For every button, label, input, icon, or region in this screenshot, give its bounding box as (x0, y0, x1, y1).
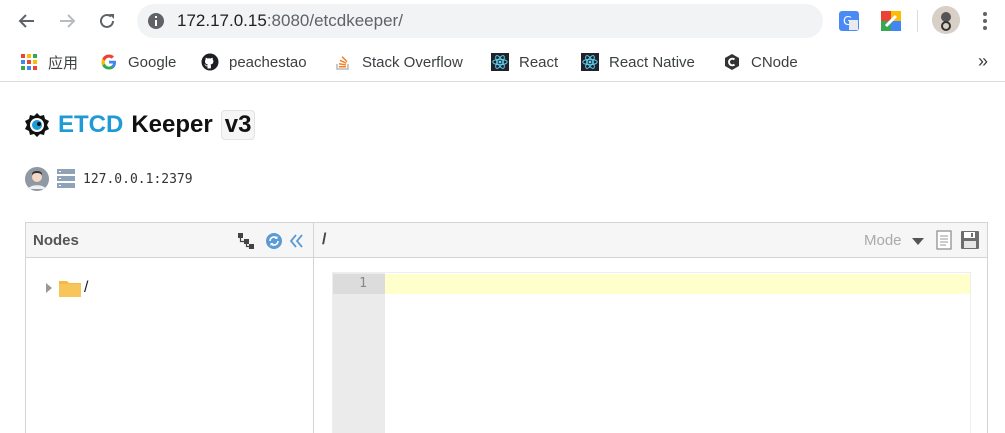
connection-info: 127.0.0.1:2379 (25, 166, 193, 192)
github-icon (201, 53, 219, 71)
reload-button[interactable] (92, 6, 122, 36)
address-bar[interactable]: 172.17.0.15:8080/etcdkeeper/ (137, 4, 823, 38)
active-code-line[interactable] (385, 274, 970, 294)
line-number: 1 (359, 276, 367, 291)
editor-header: / Mode (314, 223, 987, 258)
tree-node-root[interactable]: / (46, 277, 88, 299)
bookmark-react[interactable]: React (491, 51, 558, 73)
refresh-icon[interactable] (265, 232, 283, 250)
line-gutter: 1 (333, 273, 385, 433)
forward-button[interactable] (52, 6, 82, 36)
mode-select[interactable]: Mode (864, 232, 902, 249)
browser-toolbar: 172.17.0.15:8080/etcdkeeper/ G (0, 0, 1005, 42)
bookmark-label: peachestao (229, 53, 307, 71)
cnode-icon (723, 53, 741, 71)
bookmark-label: React (519, 53, 559, 71)
info-icon[interactable] (147, 12, 165, 30)
page-title: ETCD Keeper v3 (24, 109, 256, 141)
chrome-menu-button[interactable] (978, 10, 992, 32)
reload-icon (100, 13, 114, 28)
bookmark-github[interactable]: peachestao (201, 51, 307, 73)
main-panel: Nodes / Mode / 1 (25, 222, 988, 433)
stackoverflow-icon (334, 53, 352, 71)
translate-icon[interactable]: G (838, 10, 860, 32)
bookmark-label: React Native (609, 53, 695, 71)
title-etcd: ETCD (58, 111, 124, 138)
nodes-tree: / (26, 258, 314, 433)
user-avatar[interactable] (25, 167, 49, 191)
document-icon[interactable] (934, 230, 954, 250)
code-editor[interactable]: 1 (332, 272, 971, 433)
bookmark-cnode[interactable]: CNode (723, 51, 798, 73)
user-icon (25, 167, 49, 191)
bookmark-google[interactable]: Google (100, 51, 176, 73)
react-icon (491, 53, 509, 71)
etcd-logo-icon (25, 113, 49, 137)
bookmark-react-native[interactable]: React Native (581, 51, 695, 73)
bookmark-label: Stack Overflow (362, 53, 463, 71)
chevron-down-icon[interactable] (912, 238, 924, 245)
tree-node-label: / (84, 279, 89, 296)
collapse-left-icon[interactable] (288, 232, 306, 250)
bookmarks-bar: 应用 Google peachestao Stack Overflow Reac… (0, 42, 1005, 82)
apps-grid-icon (20, 53, 38, 71)
nodes-title: Nodes (33, 232, 79, 249)
back-button[interactable] (12, 6, 42, 36)
extension-icon[interactable] (880, 10, 902, 32)
folder-icon (59, 281, 81, 297)
version-badge: v3 (220, 110, 256, 140)
title-keeper: Keeper (131, 111, 213, 138)
url-text: 172.17.0.15:8080/etcdkeeper/ (177, 12, 403, 30)
arrow-left-icon (18, 14, 34, 28)
bookmark-label: CNode (751, 53, 798, 71)
save-icon[interactable] (960, 230, 980, 250)
expand-arrow-icon[interactable] (46, 283, 52, 293)
bookmark-apps[interactable]: 应用 (20, 51, 78, 73)
arrow-right-icon (60, 14, 76, 28)
nodes-header: Nodes (26, 223, 314, 258)
url-path: :8080/etcdkeeper/ (266, 11, 403, 30)
tree-structure-icon[interactable] (237, 232, 255, 250)
bookmarks-overflow-button[interactable]: » (978, 51, 988, 72)
bookmark-label: 应用 (48, 54, 79, 72)
etcd-host: 127.0.0.1:2379 (83, 171, 193, 187)
react-icon (581, 53, 599, 71)
profile-avatar[interactable] (932, 6, 960, 34)
profile-icon (932, 6, 960, 34)
url-host: 172.17.0.15 (177, 11, 267, 30)
toolbar-divider (917, 10, 918, 32)
bookmark-label: Google (128, 53, 177, 71)
google-icon (100, 53, 118, 71)
server-icon[interactable] (57, 169, 75, 189)
current-path: / (322, 231, 327, 248)
bookmark-stackoverflow[interactable]: Stack Overflow (334, 51, 463, 73)
